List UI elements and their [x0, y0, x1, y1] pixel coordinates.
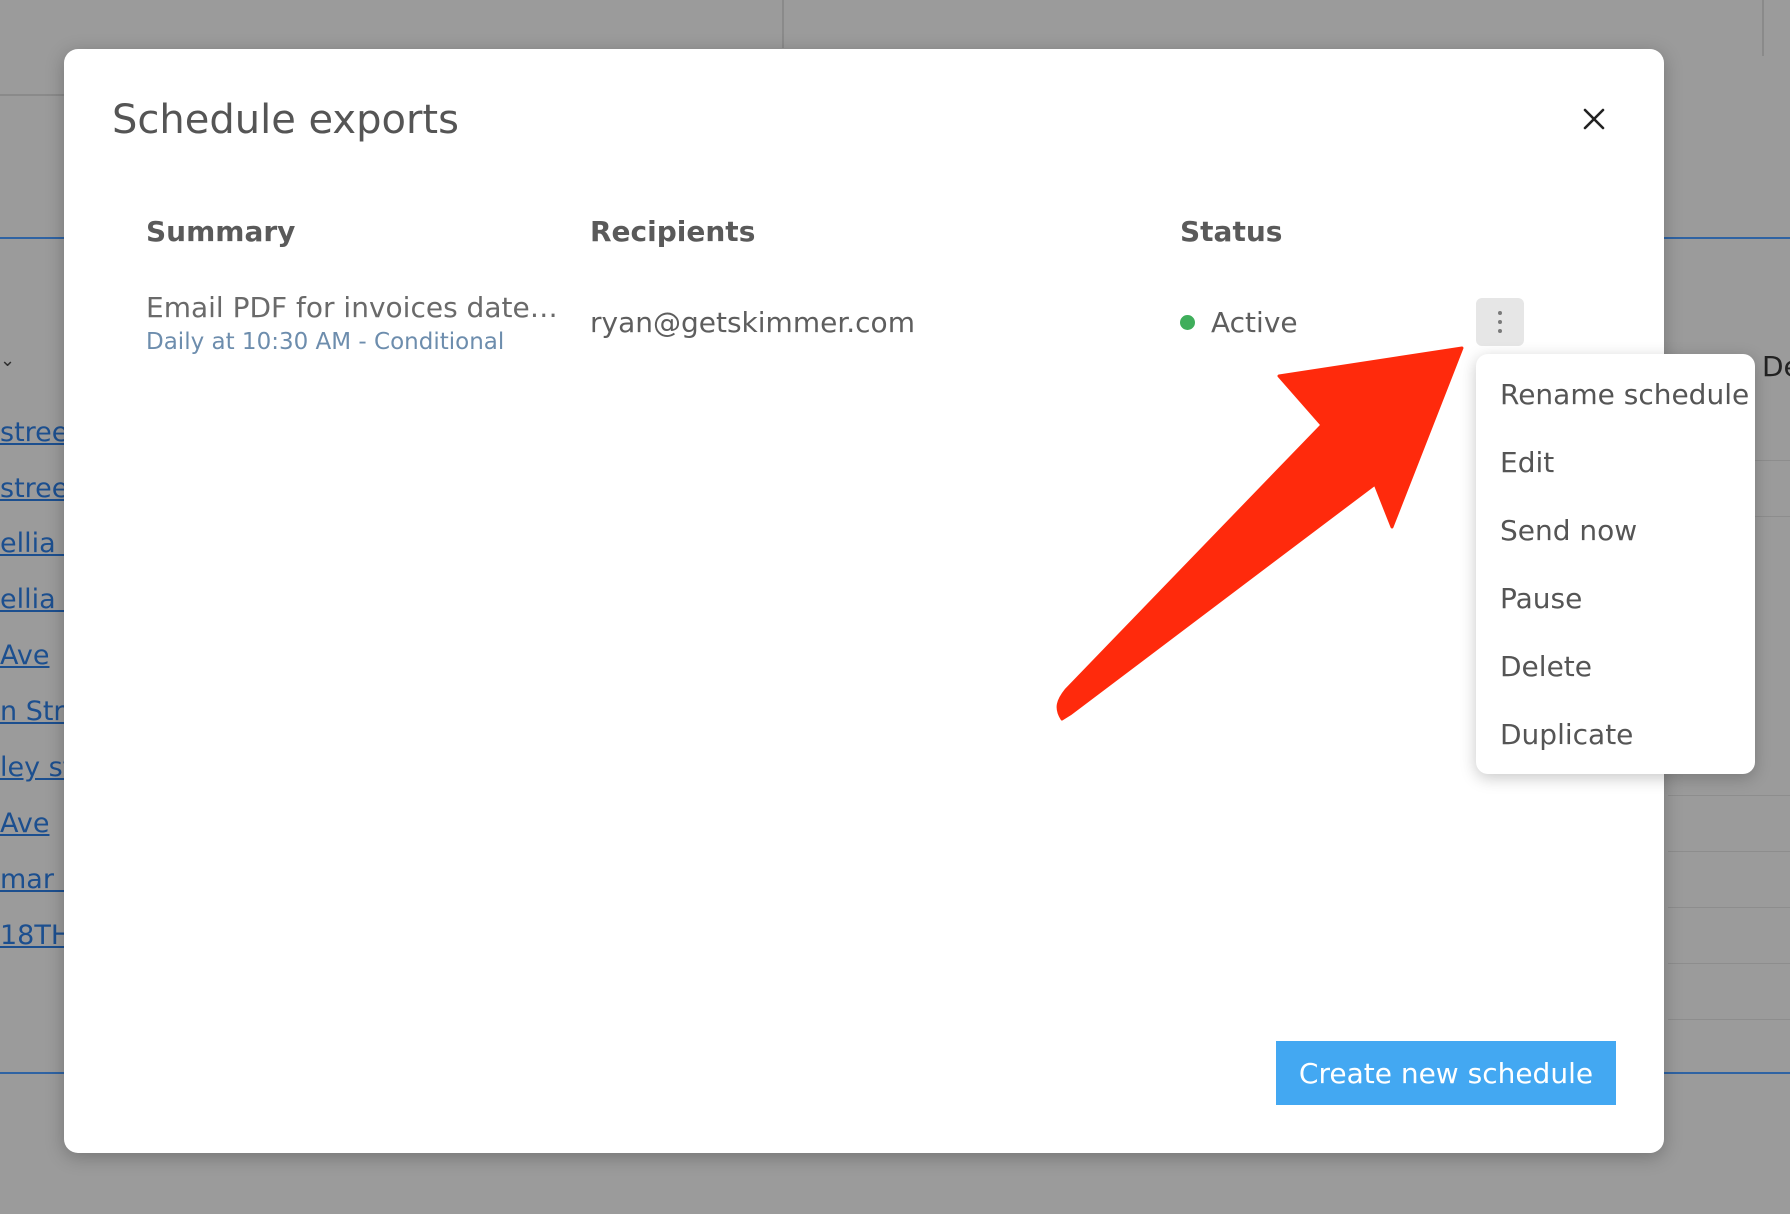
status-dot-icon: [1180, 315, 1195, 330]
bg-divider: [1762, 0, 1764, 56]
bg-column-header: De: [1762, 350, 1790, 383]
bg-address-link[interactable]: mar B: [0, 863, 64, 897]
bg-row-divider: [1668, 851, 1790, 852]
status-label: Active: [1211, 306, 1298, 339]
modal-title: Schedule exports: [112, 97, 459, 143]
menu-item-rename-schedule[interactable]: Rename schedule: [1500, 378, 1749, 411]
column-header-summary: Summary: [146, 215, 296, 248]
menu-item-send-now[interactable]: Send now: [1500, 514, 1637, 547]
create-new-schedule-button[interactable]: Create new schedule: [1276, 1041, 1616, 1105]
column-header-status: Status: [1180, 215, 1283, 248]
chevron-down-icon: ⌄: [0, 350, 16, 371]
close-button[interactable]: [1574, 99, 1614, 139]
bg-address-link[interactable]: ellia V: [0, 583, 64, 617]
bg-row-divider: [1668, 795, 1790, 796]
bg-address-link[interactable]: ley st: [0, 751, 64, 785]
bg-divider: [782, 0, 784, 48]
row-actions-menu: Rename schedule Edit Send now Pause Dele…: [1476, 354, 1755, 774]
menu-item-pause[interactable]: Pause: [1500, 582, 1582, 615]
bg-address-link[interactable]: Ave: [0, 807, 64, 841]
bg-row-divider: [1668, 963, 1790, 964]
bg-address-link[interactable]: n Stre: [0, 695, 64, 729]
status-badge: Active: [1180, 306, 1298, 339]
bg-address-link[interactable]: 18TH: [0, 919, 64, 953]
bg-blue-rule: [0, 237, 64, 239]
menu-item-delete[interactable]: Delete: [1500, 650, 1592, 683]
bg-divider: [0, 94, 64, 96]
bg-blue-rule: [1664, 237, 1790, 239]
bg-address-link[interactable]: stree: [0, 472, 64, 506]
bg-row-divider: [1668, 1019, 1790, 1020]
bg-blue-rule: [0, 1072, 64, 1074]
schedule-summary-subtitle: Daily at 10:30 AM - Conditional: [146, 329, 505, 355]
bg-address-link[interactable]: stree: [0, 416, 64, 450]
schedule-summary-title: Email PDF for invoices date…: [146, 291, 558, 324]
menu-item-edit[interactable]: Edit: [1500, 446, 1554, 479]
bg-address-link[interactable]: ellia V: [0, 527, 64, 561]
bg-row-divider: [1668, 907, 1790, 908]
schedule-recipient: ryan@getskimmer.com: [590, 306, 915, 339]
bg-blue-rule: [1664, 1072, 1790, 1074]
close-icon: [1583, 108, 1605, 130]
row-actions-button[interactable]: [1476, 298, 1524, 346]
menu-item-duplicate[interactable]: Duplicate: [1500, 718, 1633, 751]
bg-address-link[interactable]: Ave: [0, 639, 64, 673]
column-header-recipients: Recipients: [590, 215, 756, 248]
more-vertical-icon: [1498, 311, 1502, 333]
schedule-exports-modal: Schedule exports Summary Recipients Stat…: [64, 49, 1664, 1153]
